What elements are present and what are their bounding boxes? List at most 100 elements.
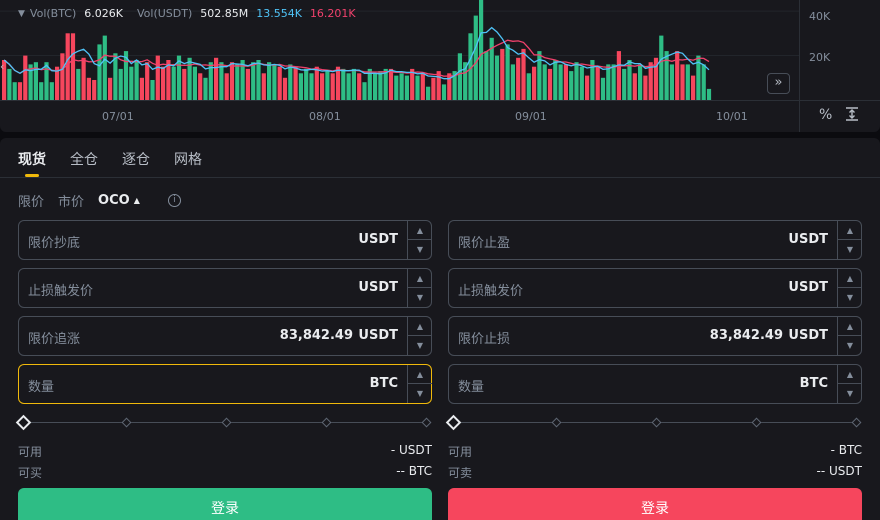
volume-bar [638, 64, 643, 100]
order-type-market[interactable]: 市价 [58, 191, 84, 210]
volume-bar [330, 73, 335, 100]
slider-tick-100[interactable] [421, 417, 432, 428]
step-down-icon[interactable]: ▼ [838, 384, 862, 403]
slider-tick-75[interactable] [321, 417, 332, 428]
sell-amount-slider[interactable] [445, 414, 862, 431]
tab-isolated[interactable]: 逐仓 [122, 149, 150, 169]
y-tick-label: 40K [809, 10, 831, 23]
order-type-oco[interactable]: OCO [98, 193, 130, 208]
slider-tick-25[interactable] [121, 417, 132, 428]
volume-bar [415, 75, 420, 100]
sell-limit-price-field[interactable]: 限价止盈 USDT ▲ ▼ [448, 220, 862, 260]
buy-amount-field[interactable]: 数量 BTC ▲ ▼ [18, 364, 432, 404]
tab-grid[interactable]: 网格 [174, 149, 202, 169]
buy-amount-slider[interactable] [15, 414, 432, 431]
step-up-icon[interactable]: ▲ [408, 221, 432, 240]
tab-cross[interactable]: 全仓 [70, 149, 98, 169]
volume-bar [547, 68, 553, 100]
info-icon[interactable]: i [167, 193, 181, 207]
volume-bar [346, 73, 351, 100]
step-down-icon[interactable]: ▼ [838, 288, 862, 307]
stepper[interactable]: ▲ ▼ [407, 221, 432, 259]
chart-scroll-left-icon[interactable]: ‹ [0, 57, 10, 77]
volume-bar [92, 80, 97, 100]
slider-tick-50[interactable] [651, 417, 662, 428]
step-down-icon[interactable]: ▼ [408, 288, 432, 307]
volume-bar [325, 71, 330, 100]
volume-bar [675, 51, 680, 100]
stepper[interactable]: ▲ ▼ [407, 317, 432, 355]
volume-bar [701, 64, 706, 100]
step-down-icon[interactable]: ▼ [408, 384, 432, 403]
buy-limit-price-field[interactable]: 限价抄底 USDT ▲ ▼ [18, 220, 432, 260]
step-up-icon[interactable]: ▲ [838, 221, 862, 240]
volume-bar [388, 68, 394, 100]
sell-login-button[interactable]: 登录 [448, 488, 862, 520]
slider-knob[interactable] [15, 414, 32, 431]
step-up-icon[interactable]: ▲ [408, 365, 432, 384]
step-down-icon[interactable]: ▼ [408, 240, 432, 259]
slider-knob[interactable] [445, 414, 462, 431]
volume-bar [108, 77, 113, 100]
volume-bar [341, 68, 346, 100]
trade-tabs: 现货 全仓 逐仓 网格 [0, 138, 880, 178]
stepper[interactable]: ▲ ▼ [837, 221, 862, 259]
volume-bar [431, 77, 436, 100]
buy-login-button[interactable]: 登录 [18, 488, 432, 520]
step-down-icon[interactable]: ▼ [838, 240, 862, 259]
y-axis[interactable]: 40K 20K % [799, 0, 880, 132]
fit-height-icon[interactable] [845, 107, 859, 125]
sell-stop-limit-field[interactable]: 限价止损 83,842.49 USDT ▲ ▼ [448, 316, 862, 356]
volume-bar [251, 62, 256, 100]
slider-tick-75[interactable] [751, 417, 762, 428]
stepper[interactable]: ▲ ▼ [837, 317, 862, 355]
caret-up-icon[interactable]: ▲ [134, 196, 140, 205]
field-value: 83,842.49 [709, 328, 783, 343]
step-down-icon[interactable]: ▼ [838, 336, 862, 355]
volume-bar [198, 73, 203, 100]
sell-stop-trigger-field[interactable]: 止损触发价 USDT ▲ ▼ [448, 268, 862, 308]
volume-bar [510, 64, 515, 100]
volume-bar [309, 73, 314, 100]
volume-chart-panel[interactable]: ‹ ▼ Vol(BTC) 6.026K Vol(USDT) 502.85M 13… [0, 0, 880, 132]
volume-bar [134, 60, 139, 100]
volume-bar [155, 55, 160, 100]
step-up-icon[interactable]: ▲ [408, 269, 432, 288]
vol-btc-value: 6.026K [84, 7, 123, 20]
stepper[interactable]: ▲ ▼ [407, 269, 432, 307]
volume-bar [521, 48, 526, 100]
volume-bar [473, 15, 478, 100]
double-chevron-right-icon[interactable]: » [767, 73, 790, 94]
order-type-limit[interactable]: 限价 [18, 191, 44, 210]
sell-amount-field[interactable]: 数量 BTC ▲ ▼ [448, 364, 862, 404]
tab-spot[interactable]: 现货 [18, 149, 46, 169]
buy-stop-trigger-field[interactable]: 止损触发价 USDT ▲ ▼ [18, 268, 432, 308]
stepper[interactable]: ▲ ▼ [407, 365, 432, 403]
volume-bar [659, 35, 664, 100]
slider-tick-100[interactable] [851, 417, 862, 428]
max-sell-value: -- USDT [816, 464, 862, 478]
volume-bar [304, 68, 309, 100]
step-down-icon[interactable]: ▼ [408, 336, 432, 355]
stepper[interactable]: ▲ ▼ [837, 365, 862, 403]
step-up-icon[interactable]: ▲ [838, 317, 862, 336]
field-unit: USDT [358, 328, 398, 343]
percent-icon[interactable]: % [819, 107, 832, 123]
volume-bar [680, 64, 685, 100]
volume-bar [585, 75, 590, 100]
step-up-icon[interactable]: ▲ [838, 365, 862, 384]
volume-bar [97, 44, 102, 100]
step-up-icon[interactable]: ▲ [408, 317, 432, 336]
max-buy-value: -- BTC [396, 464, 432, 478]
stepper[interactable]: ▲ ▼ [837, 269, 862, 307]
volume-bar [182, 68, 187, 100]
volume-bar [357, 73, 362, 100]
step-up-icon[interactable]: ▲ [838, 269, 862, 288]
field-unit: USDT [358, 280, 398, 295]
slider-tick-50[interactable] [221, 417, 232, 428]
slider-tick-25[interactable] [551, 417, 562, 428]
buy-stop-limit-field[interactable]: 限价追涨 83,842.49 USDT ▲ ▼ [18, 316, 432, 356]
chevron-down-icon[interactable]: ▼ [18, 9, 25, 19]
volume-bar [669, 64, 674, 100]
volume-bar [288, 64, 293, 100]
